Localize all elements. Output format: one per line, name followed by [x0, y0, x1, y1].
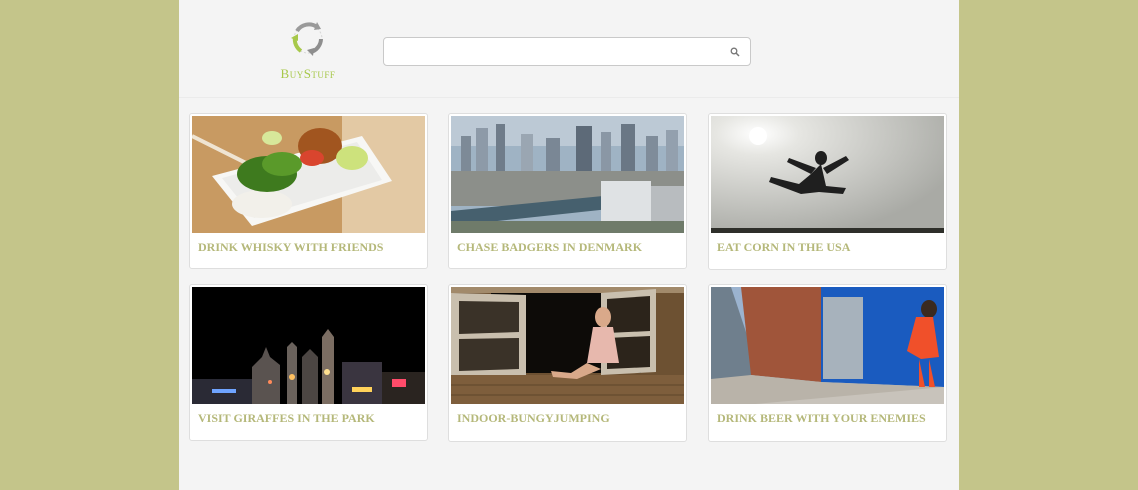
search-input[interactable] — [390, 41, 724, 64]
search-icon[interactable] — [730, 47, 740, 57]
activity-card[interactable]: INDOOR-BUNGYJUMPING — [448, 284, 687, 442]
city-skyline-photo — [451, 116, 684, 233]
search-box[interactable] — [383, 37, 751, 66]
card-title[interactable]: DRINK WHISKY WITH FRIENDS — [198, 240, 383, 255]
activity-card[interactable]: CHASE BADGERS IN DENMARK — [448, 113, 687, 269]
activity-card[interactable]: VISIT GIRAFFES IN THE PARK — [189, 284, 428, 441]
card-title[interactable]: EAT CORN IN THE USA — [717, 240, 850, 255]
bento-lunch-box-photo — [192, 116, 425, 233]
jump-kick-silhouette-photo — [711, 116, 944, 233]
activity-card[interactable]: DRINK BEER WITH YOUR ENEMIES — [708, 284, 947, 442]
site-header: BuyStuff — [179, 0, 959, 98]
site-logo[interactable]: BuyStuff — [273, 17, 343, 85]
activity-card[interactable]: EAT CORN IN THE USA — [708, 113, 947, 270]
night-city-lights-photo — [192, 287, 425, 404]
page-container: BuyStuff DRINK WHISKY WITH FRIENDS CHASE… — [179, 0, 959, 490]
woman-in-window-photo — [451, 287, 684, 404]
card-title[interactable]: INDOOR-BUNGYJUMPING — [457, 411, 610, 426]
card-title[interactable]: DRINK BEER WITH YOUR ENEMIES — [717, 411, 926, 426]
activity-card[interactable]: DRINK WHISKY WITH FRIENDS — [189, 113, 428, 269]
card-title[interactable]: CHASE BADGERS IN DENMARK — [457, 240, 642, 255]
recycle-arrows-icon — [291, 22, 323, 56]
card-title[interactable]: VISIT GIRAFFES IN THE PARK — [198, 411, 375, 426]
woman-orange-dress-street-photo — [711, 287, 944, 404]
logo-text: BuyStuff — [280, 66, 336, 81]
